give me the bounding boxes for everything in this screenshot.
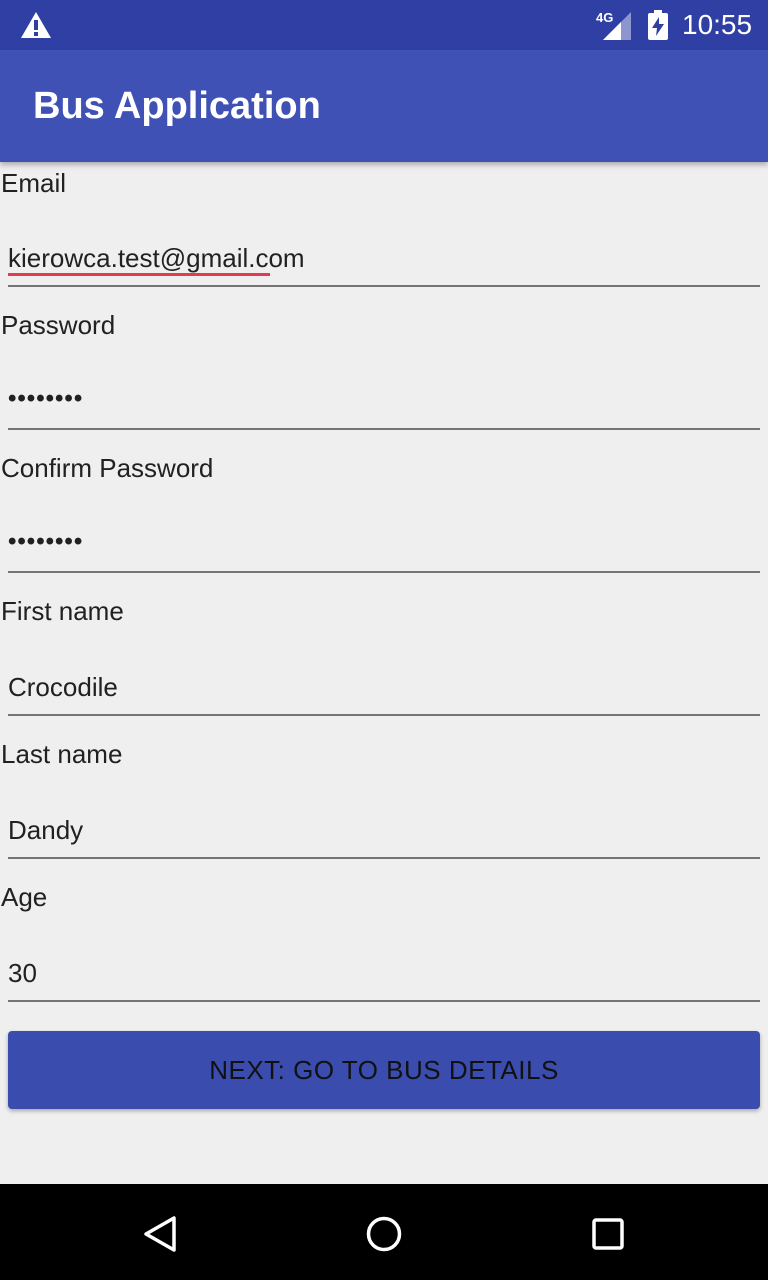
battery-charging-icon [648,10,668,40]
email-label: Email [1,168,67,198]
warning-icon [21,12,51,38]
confirm-password-label: Confirm Password [1,453,214,483]
status-bar: 4G 10:55 [0,0,768,50]
first-name-label: First name [1,596,124,626]
register-screen: 4G 10:55 Bus Application Email kierowca.… [0,0,768,1280]
password-field[interactable]: •••••••• [8,374,760,430]
confirm-password-value: •••••••• [8,528,84,555]
back-icon[interactable] [140,1214,180,1254]
next-button-label: NEXT: GO TO BUS DETAILS [209,1054,559,1085]
email-field[interactable]: kierowca.test@gmail.com [8,231,760,287]
age-field[interactable]: 30 [8,946,760,1002]
navigation-bar [0,1184,768,1280]
first-name-value: Crocodile [8,672,118,702]
age-label: Age [1,882,48,912]
last-name-label: Last name [1,739,123,769]
next-button[interactable]: NEXT: GO TO BUS DETAILS [8,1031,760,1109]
last-name-field[interactable]: Dandy [8,803,760,859]
app-bar: Bus Application [0,50,768,162]
password-value: •••••••• [8,385,84,412]
clock: 10:55 [682,9,753,40]
email-value: kierowca.test@gmail.com [8,243,305,273]
app-title: Bus Application [33,85,321,127]
network-type-label: 4G [596,10,614,25]
age-value: 30 [8,958,37,988]
home-icon[interactable] [364,1214,404,1254]
spellcheck-underline [8,273,270,276]
password-label: Password [1,310,116,340]
confirm-password-field[interactable]: •••••••• [8,517,760,573]
last-name-value: Dandy [8,815,84,845]
recents-icon[interactable] [588,1214,628,1254]
first-name-field[interactable]: Crocodile [8,660,760,716]
